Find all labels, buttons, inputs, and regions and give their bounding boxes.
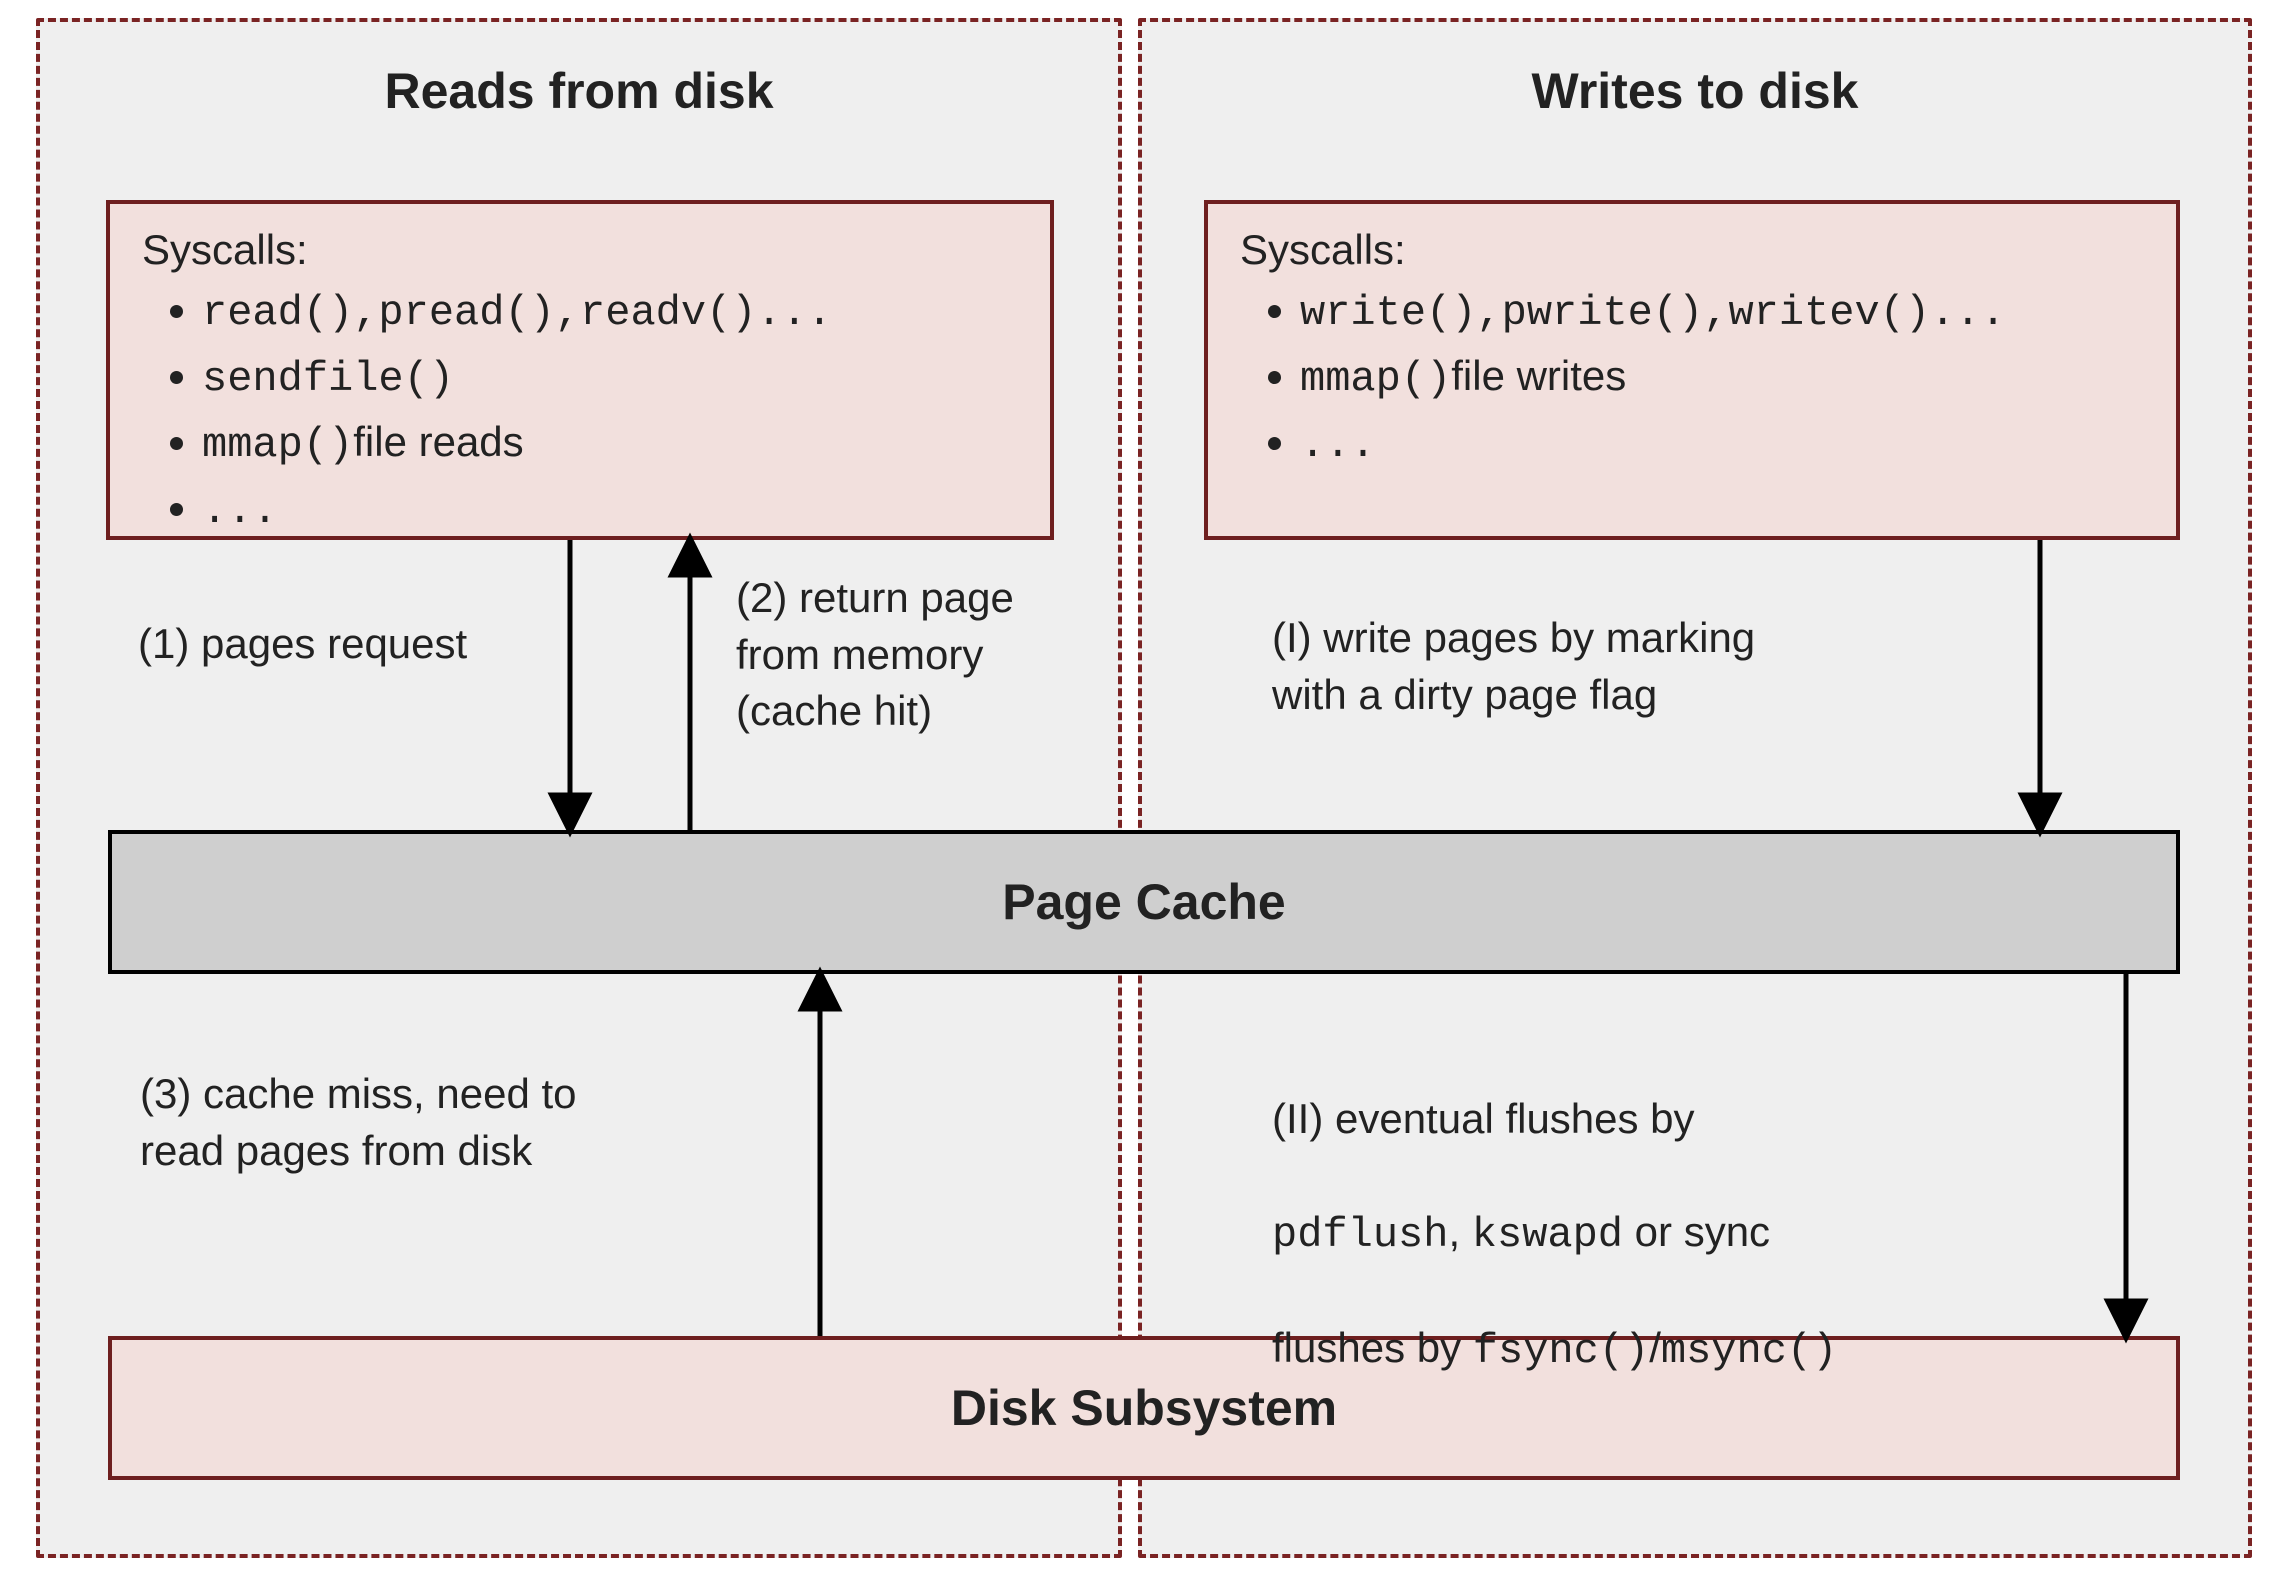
label-1-pages-request: (1) pages request	[138, 616, 467, 673]
code: ...	[202, 487, 278, 535]
list-item: write(),pwrite(),writev()...	[1300, 280, 2176, 344]
list-item: ...	[202, 478, 1050, 542]
text: file reads	[353, 418, 523, 465]
code: write(),pwrite(),writev()...	[1300, 289, 2006, 337]
page-cache-label: Page Cache	[112, 834, 2176, 970]
list-item: read(),pread(),readv()...	[202, 280, 1050, 344]
reads-title: Reads from disk	[40, 22, 1118, 120]
text: or sync	[1623, 1208, 1770, 1255]
page-cache-box: Page Cache	[108, 830, 2180, 974]
code: read(),pread(),readv()...	[202, 289, 832, 337]
writes-title: Writes to disk	[1142, 22, 2248, 120]
list-item: mmap()file writes	[1300, 346, 2176, 410]
text: file writes	[1451, 352, 1626, 399]
code: kswapd	[1472, 1211, 1623, 1259]
label-I-dirty-page: (I) write pages by marking with a dirty …	[1272, 610, 1755, 723]
text: ,	[1448, 1208, 1471, 1255]
reads-syscalls-box: Syscalls: read(),pread(),readv()... send…	[106, 200, 1054, 540]
code: fsync()	[1473, 1327, 1649, 1375]
writes-syscalls-box: Syscalls: write(),pwrite(),writev()... m…	[1204, 200, 2180, 540]
writes-syscalls-header: Syscalls:	[1240, 226, 2176, 274]
label-3-cache-miss: (3) cache miss, need to read pages from …	[140, 1066, 577, 1179]
code: mmap()	[202, 421, 353, 469]
label-2-return-page: (2) return page from memory (cache hit)	[736, 570, 1014, 740]
code: msync()	[1661, 1327, 1837, 1375]
text: /	[1649, 1324, 1661, 1371]
text: (II) eventual flushes by	[1272, 1095, 1695, 1142]
code: sendfile()	[202, 355, 454, 403]
writes-syscalls-list: write(),pwrite(),writev()... mmap()file …	[1208, 280, 2176, 476]
code: ...	[1300, 421, 1376, 469]
text: flushes by	[1272, 1324, 1473, 1371]
label-II-flushes: (II) eventual flushes by pdflush, kswapd…	[1272, 1034, 2142, 1380]
reads-syscalls-header: Syscalls:	[142, 226, 1050, 274]
code: mmap()	[1300, 355, 1451, 403]
list-item: sendfile()	[202, 346, 1050, 410]
list-item: mmap()file reads	[202, 412, 1050, 476]
reads-syscalls-list: read(),pread(),readv()... sendfile() mma…	[110, 280, 1050, 542]
list-item: ...	[1300, 412, 2176, 476]
diagram-canvas: Reads from disk Writes to disk Syscalls:…	[0, 0, 2288, 1586]
code: pdflush	[1272, 1211, 1448, 1259]
